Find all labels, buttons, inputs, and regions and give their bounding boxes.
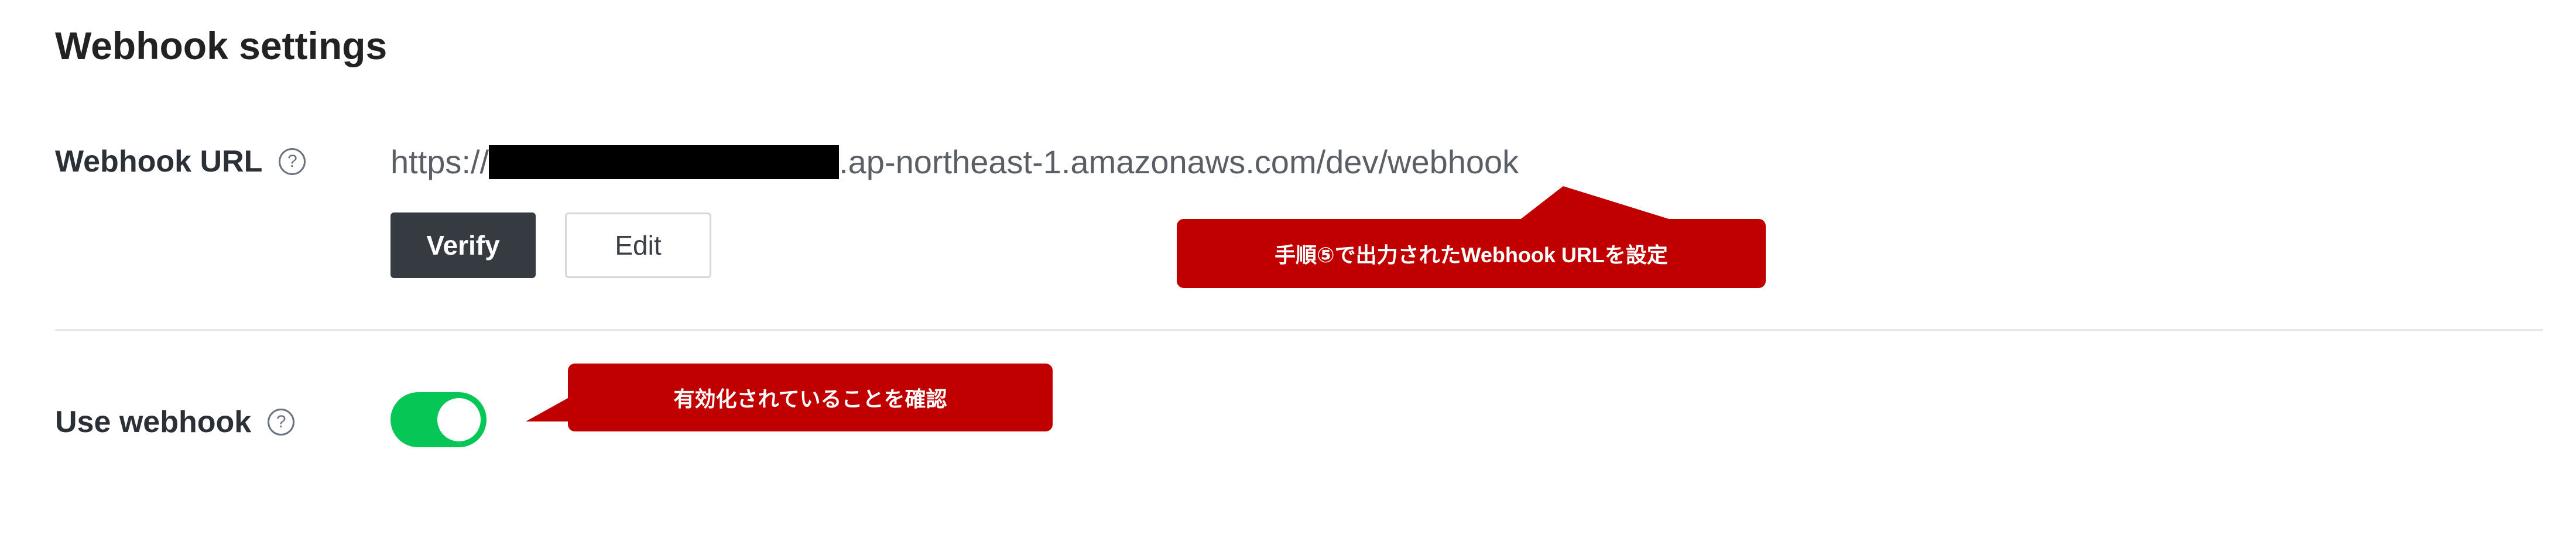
verify-button[interactable]: Verify: [390, 212, 536, 278]
url-callout: 手順⑤で出力されたWebhook URLを設定: [1177, 219, 1766, 288]
webhook-url-label-group: Webhook URL ?: [55, 144, 306, 179]
url-callout-tail: [1516, 186, 1680, 222]
help-icon[interactable]: ?: [268, 409, 295, 436]
use-webhook-label: Use webhook: [55, 405, 252, 439]
section-title: Webhook settings: [55, 24, 388, 67]
toggle-knob: [437, 398, 481, 441]
help-icon[interactable]: ?: [279, 148, 306, 175]
toggle-callout-tail: [526, 398, 573, 421]
use-webhook-toggle[interactable]: [390, 392, 487, 447]
use-webhook-label-group: Use webhook ?: [55, 405, 295, 440]
edit-button[interactable]: Edit: [565, 212, 711, 278]
redaction-block: [489, 145, 840, 179]
divider: [55, 329, 2543, 331]
webhook-url-value: https:// .ap-northeast-1.amazonaws.com/d…: [390, 143, 1519, 181]
url-prefix: https://: [390, 143, 489, 180]
webhook-url-label: Webhook URL: [55, 145, 263, 179]
toggle-callout: 有効化されていることを確認: [568, 364, 1053, 431]
url-suffix: .ap-northeast-1.amazonaws.com/dev/webhoo…: [839, 143, 1519, 180]
